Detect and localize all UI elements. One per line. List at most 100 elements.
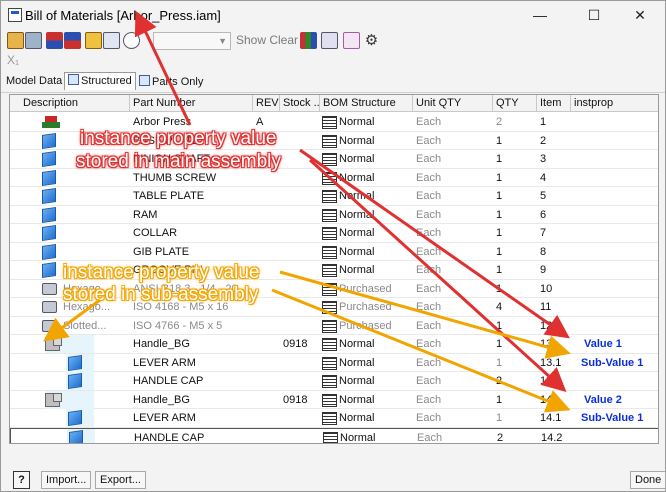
qty-cell[interactable]: 1 <box>493 132 537 150</box>
qty-cell[interactable]: 1 <box>493 354 537 372</box>
column-chooser-icon[interactable] <box>300 32 317 49</box>
rev-cell[interactable] <box>253 391 280 409</box>
bom-structure-cell[interactable]: Normal <box>336 132 413 150</box>
bom-structure-cell[interactable]: Purchased <box>336 298 413 316</box>
part-number-cell[interactable]: HANDLE CAP <box>130 372 253 390</box>
item-cell[interactable]: 6 <box>537 206 571 224</box>
qty-cell[interactable]: 4 <box>493 298 537 316</box>
table-row[interactable]: HANDLE CAP Normal Each 2 14.2 <box>10 427 658 444</box>
unit-qty-cell[interactable]: Each <box>413 261 493 279</box>
item-cell[interactable]: 2 <box>537 132 571 150</box>
table-row[interactable]: LEVER ARM Normal Each 1 14.1 Sub-Value 1 <box>10 409 658 428</box>
qty-cell[interactable]: 2 <box>493 372 537 390</box>
column-header-item[interactable]: Item <box>537 95 571 112</box>
unit-qty-cell[interactable]: Each <box>413 187 493 205</box>
column-header-instprop[interactable]: instprop <box>571 95 658 112</box>
item-cell[interactable]: 1 <box>537 113 571 131</box>
part-number-cell[interactable]: Handle_BG <box>130 335 253 353</box>
bom-structure-cell[interactable]: Normal <box>336 335 413 353</box>
tab-structured[interactable]: Structured <box>64 72 136 90</box>
part-icon[interactable] <box>42 262 56 278</box>
item-cell[interactable]: 13.1 <box>537 354 571 372</box>
column-header-bom-structure[interactable]: BOM Structure <box>320 95 413 112</box>
item-cell[interactable]: 12 <box>537 317 571 335</box>
part-number-cell[interactable]: GIB PLATE <box>130 243 253 261</box>
sub-assembly-icon[interactable] <box>45 337 62 351</box>
part-icon[interactable] <box>42 132 56 149</box>
bom-structure-cell[interactable]: Purchased <box>336 317 413 335</box>
column-header-rev[interactable]: REV <box>253 95 280 112</box>
column-header-stock[interactable]: Stock ... <box>280 95 320 112</box>
rev-cell[interactable] <box>253 317 280 335</box>
unit-qty-cell[interactable]: Each <box>413 280 493 298</box>
table-row[interactable]: Slotted... ISO 4766 - M5 x 5 Purchased Each… <box>10 317 658 335</box>
stock-cell[interactable] <box>280 113 320 131</box>
item-cell[interactable]: 14 <box>537 391 571 409</box>
instprop-cell[interactable]: Sub-Value 1 <box>581 412 643 424</box>
maximize-button[interactable]: ☐ <box>577 5 611 25</box>
part-number-cell[interactable]: COLLAR <box>130 224 253 242</box>
rev-cell[interactable] <box>254 429 281 444</box>
item-cell[interactable]: 10 <box>537 280 571 298</box>
item-cell[interactable]: 13.2 <box>537 372 571 390</box>
part-icon[interactable] <box>42 169 56 186</box>
qty-cell[interactable]: 1 <box>493 261 537 279</box>
bom-structure-cell[interactable]: Normal <box>336 169 413 187</box>
part-number-cell[interactable]: TABLE PLATE <box>130 187 253 205</box>
part-number-cell[interactable]: ISO 4766 - M5 x 5 <box>130 317 253 335</box>
rev-cell[interactable] <box>253 409 280 427</box>
merge-settings-icon[interactable] <box>343 32 360 49</box>
bom-structure-cell[interactable]: Normal <box>336 354 413 372</box>
unit-qty-cell[interactable]: Each <box>413 354 493 372</box>
table-row[interactable]: COLLAR Normal Each 1 7 <box>10 224 658 243</box>
stock-cell[interactable] <box>280 243 320 261</box>
tab-model-data[interactable]: Model Data <box>6 75 62 87</box>
table-view-icon[interactable] <box>103 32 120 49</box>
qty-cell[interactable]: 1 <box>493 409 537 427</box>
column-header-part-number[interactable]: Part Number <box>130 95 253 112</box>
group-settings-icon[interactable] <box>321 32 338 49</box>
item-cell[interactable]: 7 <box>537 224 571 242</box>
item-cell[interactable]: 5 <box>537 187 571 205</box>
stock-cell[interactable] <box>280 169 320 187</box>
stock-cell[interactable] <box>280 206 320 224</box>
qty-cell[interactable]: 1 <box>493 280 537 298</box>
rev-cell[interactable] <box>253 243 280 261</box>
unit-qty-cell[interactable]: Each <box>413 317 493 335</box>
unit-qty-cell[interactable]: Each <box>413 298 493 316</box>
item-renumber-icon[interactable] <box>85 32 102 49</box>
standard-part-icon[interactable] <box>42 282 57 295</box>
standard-part-icon[interactable] <box>42 319 57 332</box>
unit-qty-cell[interactable]: Each <box>413 243 493 261</box>
stock-cell[interactable] <box>280 224 320 242</box>
rev-cell[interactable] <box>253 206 280 224</box>
rev-cell[interactable] <box>253 354 280 372</box>
gear-icon[interactable]: ⚙ <box>363 32 380 49</box>
item-cell[interactable]: 13 <box>537 335 571 353</box>
part-icon[interactable] <box>42 225 56 241</box>
export-table-icon[interactable] <box>7 32 24 49</box>
item-cell[interactable]: 8 <box>537 243 571 261</box>
bom-structure-cell[interactable]: Purchased <box>336 280 413 298</box>
table-row[interactable]: GIB PLATE Normal Each 1 8 <box>10 243 658 261</box>
table-row[interactable]: Handle_BG 0918 Normal Each 1 14 Value 2 <box>10 390 658 409</box>
unit-qty-cell[interactable]: Each <box>413 113 493 131</box>
show-clear-button[interactable]: Show Clear <box>236 33 298 47</box>
qty-cell[interactable]: 1 <box>493 317 537 335</box>
part-number-cell[interactable]: LEVER ARM <box>130 409 253 427</box>
tab-parts-only[interactable]: Parts Only <box>139 75 203 88</box>
sort-ascending-icon[interactable] <box>46 32 63 49</box>
part-icon[interactable] <box>42 188 56 204</box>
close-button[interactable]: ✕ <box>623 5 657 25</box>
qty-cell[interactable]: 1 <box>493 169 537 187</box>
bom-structure-cell[interactable]: Normal <box>336 206 413 224</box>
bom-structure-cell[interactable]: Normal <box>336 243 413 261</box>
table-row[interactable]: Handle_BG 0918 Normal Each 1 13 Value 1 <box>10 335 658 354</box>
table-row[interactable]: RAM Normal Each 1 6 <box>10 206 658 224</box>
table-row[interactable]: TABLE PLATE Normal Each 1 5 <box>10 187 658 206</box>
item-cell[interactable]: 9 <box>537 261 571 279</box>
bom-structure-cell[interactable]: Normal <box>337 429 414 444</box>
instprop-cell[interactable]: Value 1 <box>584 338 622 350</box>
instprop-cell[interactable]: Sub-Value 1 <box>581 357 643 369</box>
stock-cell[interactable] <box>280 317 320 335</box>
